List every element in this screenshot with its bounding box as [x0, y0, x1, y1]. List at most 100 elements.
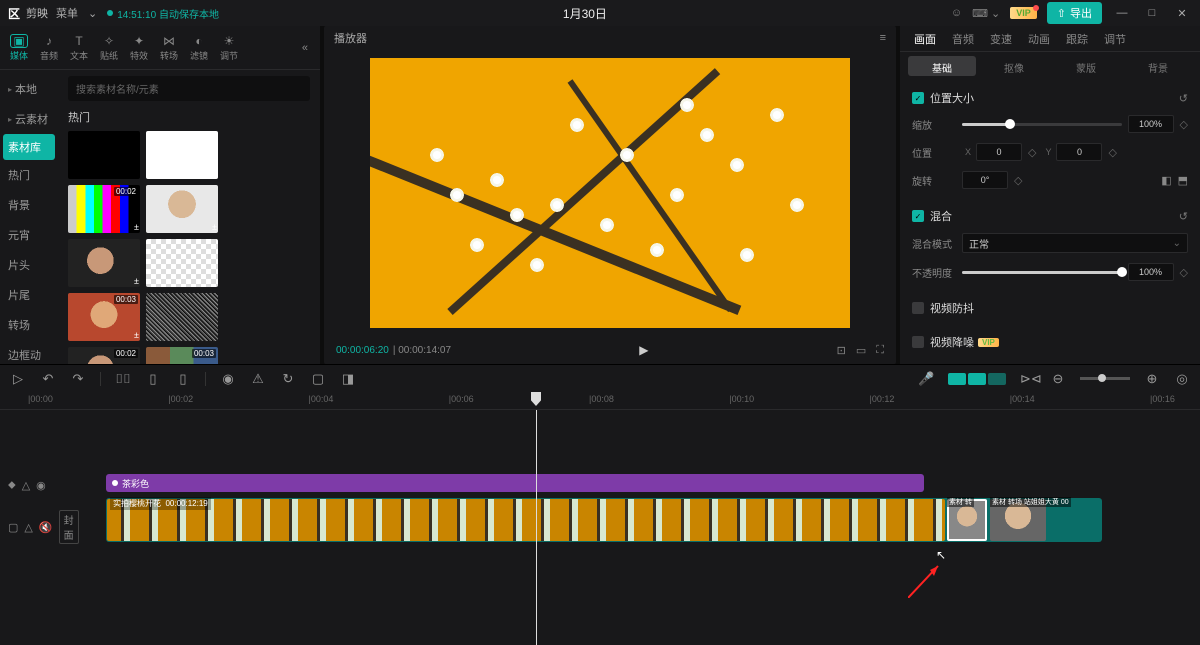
maximize-button[interactable]: □	[1142, 3, 1162, 23]
keyframe-y-icon[interactable]: ◇	[1108, 146, 1116, 159]
blend-toggle[interactable]: ✓	[912, 210, 924, 222]
denoise-toggle[interactable]: ✓	[912, 336, 924, 348]
tracks-container[interactable]: 茶彩色 实拍樱桃开花 00:00:12:19 素材 转 素材 转场 站姐姐大黄 …	[78, 410, 1200, 645]
sidebar-item[interactable]: 背景	[0, 190, 58, 220]
tool-tab-transition[interactable]: ⋈转场	[154, 28, 184, 68]
select-tool-icon[interactable]: ▷	[10, 371, 26, 387]
sidebar-item[interactable]: 热门	[0, 160, 58, 190]
sidebar-item[interactable]: 片头	[0, 250, 58, 280]
freeze-icon[interactable]: ⚠	[250, 371, 266, 387]
tool-tab-media[interactable]: ▣媒体	[4, 28, 34, 68]
sidebar-item[interactable]: 本地	[0, 74, 58, 104]
filter-clip[interactable]: 茶彩色	[106, 474, 924, 492]
prop-tab[interactable]: 画面	[906, 26, 944, 51]
flip-h-icon[interactable]: ◧	[1161, 174, 1171, 187]
redo-icon[interactable]: ↷	[70, 371, 86, 387]
delete-left-icon[interactable]: ▯	[145, 371, 161, 387]
zoom-slider[interactable]	[1080, 377, 1130, 380]
media-thumbnail[interactable]: ±	[146, 185, 218, 233]
scale-value[interactable]: 100%	[1128, 115, 1174, 133]
original-ratio-icon[interactable]: ⊡	[837, 344, 846, 357]
mute-icon[interactable]: ◉	[36, 479, 46, 492]
prop-subtab[interactable]: 基础	[908, 56, 976, 76]
mic-icon[interactable]: 🎤	[918, 371, 934, 387]
collapse-icon[interactable]: «	[294, 42, 316, 54]
prop-subtab[interactable]: 抠像	[980, 56, 1048, 76]
zoom-out-icon[interactable]: ⊖	[1050, 371, 1066, 387]
sidebar-item[interactable]: 素材库	[3, 134, 55, 160]
menu-chevron-icon[interactable]: ⌄	[88, 7, 97, 20]
fullscreen-icon[interactable]: ⛶	[876, 344, 884, 357]
stabilize-toggle[interactable]: ✓	[912, 302, 924, 314]
shortcut-icon[interactable]: ⌨ ⌄	[972, 7, 1000, 20]
timeline-ruler[interactable]: |00:00|00:02|00:04|00:06|00:08|00:10|00:…	[0, 392, 1200, 410]
mute-icon[interactable]: 🔇	[39, 521, 53, 534]
sidebar-item[interactable]: 云素材	[0, 104, 58, 134]
reset-blend-icon[interactable]: ↺	[1179, 210, 1188, 223]
sidebar-item[interactable]: 元宵	[0, 220, 58, 250]
prop-tab[interactable]: 跟踪	[1058, 26, 1096, 51]
tool-tab-adjust[interactable]: ☀调节	[214, 28, 244, 68]
keyframe-rotate-icon[interactable]: ◇	[1014, 174, 1022, 187]
tool-tab-text[interactable]: T文本	[64, 28, 94, 68]
prop-tab[interactable]: 变速	[982, 26, 1020, 51]
tool-tab-sticker[interactable]: ✧贴纸	[94, 28, 124, 68]
reverse-icon[interactable]: ↻	[280, 371, 296, 387]
ratio-icon[interactable]: ▭	[856, 344, 866, 357]
scale-slider[interactable]	[962, 123, 1122, 126]
menu-dropdown[interactable]: 菜单	[56, 5, 78, 21]
video-clip-main[interactable]	[107, 499, 945, 541]
flip-v-icon[interactable]: ⬒	[1178, 174, 1188, 187]
sidebar-item[interactable]: 片尾	[0, 280, 58, 310]
media-thumbnail[interactable]: 00:03	[146, 347, 218, 364]
export-button[interactable]: ⇧ 导出	[1047, 2, 1102, 24]
record-icon[interactable]: ◉	[220, 371, 236, 387]
lock-icon[interactable]: ▢	[8, 521, 18, 534]
crop-icon[interactable]: ▢	[310, 371, 326, 387]
sidebar-item[interactable]: 转场	[0, 310, 58, 340]
prop-tab[interactable]: 动画	[1020, 26, 1058, 51]
zoom-in-icon[interactable]: ⊕	[1144, 371, 1160, 387]
close-button[interactable]: ✕	[1172, 3, 1192, 23]
prop-tab[interactable]: 调节	[1096, 26, 1134, 51]
playhead-marker[interactable]	[531, 392, 541, 406]
cover-button[interactable]: 封面	[59, 510, 79, 544]
reset-position-icon[interactable]: ↺	[1179, 92, 1188, 105]
lock-icon[interactable]: ⬥	[8, 479, 16, 492]
opacity-slider[interactable]	[962, 271, 1122, 274]
prop-tab[interactable]: 音频	[944, 26, 982, 51]
media-thumbnail[interactable]	[68, 131, 140, 179]
sidebar-item[interactable]: 边框动画	[0, 340, 58, 364]
split-icon[interactable]: ⌷⌷	[115, 371, 131, 387]
rotate-input[interactable]: 0°	[962, 171, 1008, 189]
prop-subtab[interactable]: 背景	[1124, 56, 1192, 76]
prop-subtab[interactable]: 蒙版	[1052, 56, 1120, 76]
position-y-input[interactable]: 0	[1056, 143, 1102, 161]
keyframe-x-icon[interactable]: ◇	[1028, 146, 1036, 159]
track-toggle[interactable]	[948, 373, 1006, 385]
tool-tab-filter[interactable]: ◐滤镜	[184, 28, 214, 68]
tool-tab-audio[interactable]: ♪音频	[34, 28, 64, 68]
tool-tab-effect[interactable]: ✦特效	[124, 28, 154, 68]
position-x-input[interactable]: 0	[976, 143, 1022, 161]
media-thumbnail[interactable]: 00:03±	[68, 293, 140, 341]
delete-right-icon[interactable]: ▯	[175, 371, 191, 387]
undo-icon[interactable]: ↶	[40, 371, 56, 387]
magnet-icon[interactable]: ⊳⊲	[1020, 371, 1036, 387]
media-thumbnail[interactable]	[146, 293, 218, 341]
keyframe-icon[interactable]: ◇	[1180, 118, 1188, 131]
mirror-icon[interactable]: ◨	[340, 371, 356, 387]
feedback-icon[interactable]: ☺	[951, 7, 962, 19]
visibility-icon[interactable]: △	[22, 479, 30, 492]
opacity-value[interactable]: 100%	[1128, 263, 1174, 281]
minimize-button[interactable]: —	[1112, 3, 1132, 23]
media-thumbnail[interactable]	[146, 239, 218, 287]
preview-menu-icon[interactable]: ≡	[880, 32, 886, 44]
search-input[interactable]: 搜索素材名称/元素	[68, 76, 310, 101]
media-thumbnail[interactable]	[146, 131, 218, 179]
keyframe-opacity-icon[interactable]: ◇	[1180, 266, 1188, 279]
play-button[interactable]: ▶	[639, 343, 648, 357]
visibility-icon[interactable]: △	[24, 521, 32, 534]
media-thumbnail[interactable]: 00:02	[68, 347, 140, 364]
position-size-toggle[interactable]: ✓	[912, 92, 924, 104]
